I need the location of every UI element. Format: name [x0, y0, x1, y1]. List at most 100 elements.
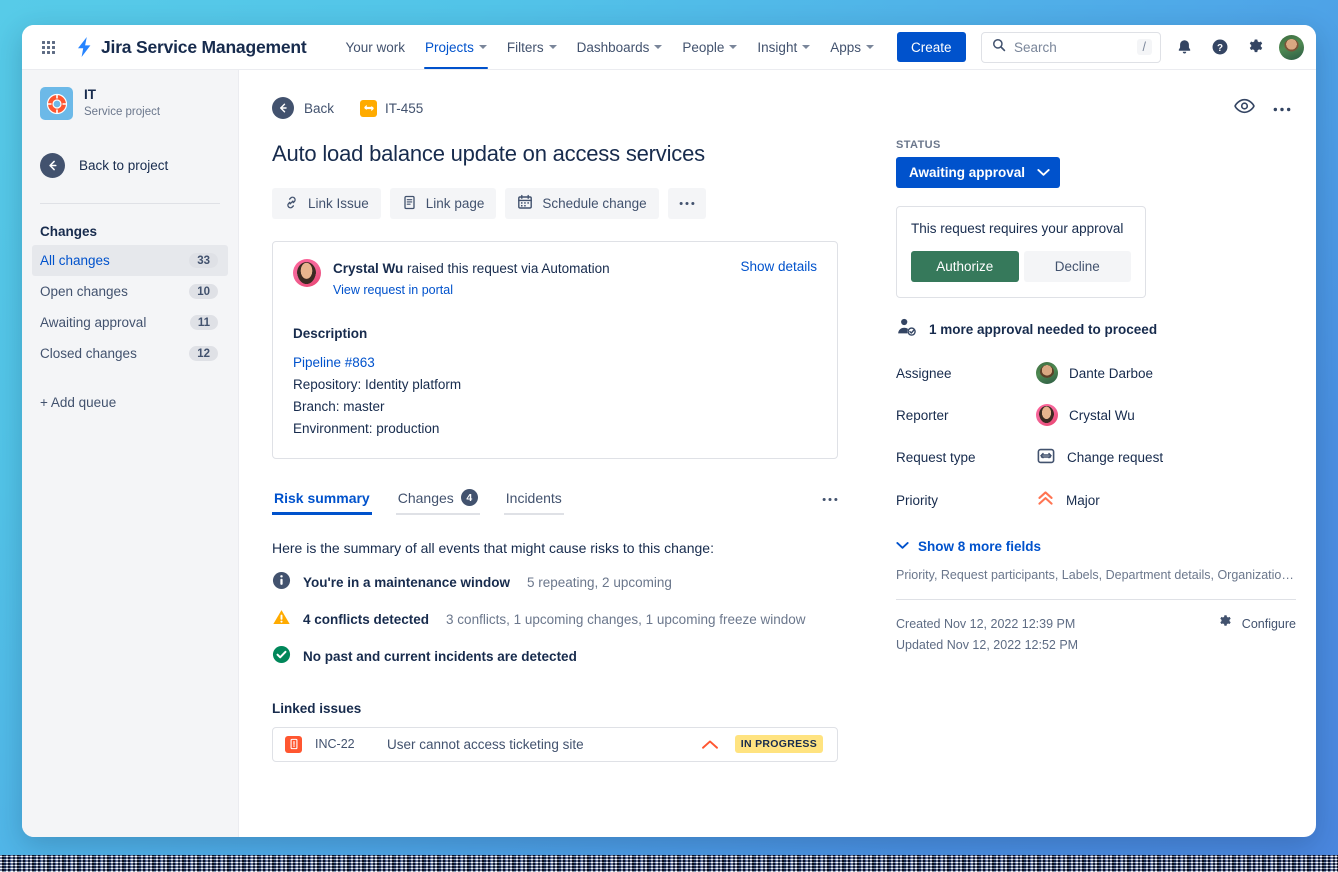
- app-shell: IT Service project Back to project Chang…: [22, 70, 1316, 837]
- sidebar-item-open-changes[interactable]: Open changes 10: [32, 276, 228, 307]
- product-home-link[interactable]: Jira Service Management: [74, 36, 307, 58]
- nav-item-insight[interactable]: Insight: [748, 25, 819, 69]
- app-window: Jira Service Management Your work Projec…: [22, 25, 1316, 837]
- chevron-down-icon: [1037, 165, 1050, 180]
- link-issue-button[interactable]: Link Issue: [272, 188, 381, 219]
- project-name: IT: [84, 87, 96, 103]
- description-line: Environment: production: [293, 420, 440, 436]
- add-queue-button[interactable]: + Add queue: [22, 395, 238, 410]
- nav-item-apps[interactable]: Apps: [821, 25, 883, 69]
- project-sidebar: IT Service project Back to project Chang…: [22, 70, 239, 837]
- arrow-left-icon: [272, 97, 294, 119]
- link-page-button[interactable]: Link page: [389, 188, 497, 219]
- authorize-button[interactable]: Authorize: [911, 251, 1019, 282]
- chevron-down-icon: [896, 537, 909, 555]
- more-horizontal-icon[interactable]: [1273, 99, 1291, 117]
- linked-issue-row[interactable]: INC-22 User cannot access ticketing site…: [272, 726, 838, 762]
- configure-button[interactable]: Configure: [1218, 614, 1296, 634]
- bottom-artifact-strip: [0, 855, 1338, 872]
- bell-icon[interactable]: [1171, 34, 1197, 60]
- gear-icon: [1218, 614, 1233, 634]
- project-header[interactable]: IT Service project: [22, 87, 238, 120]
- approval-note-text: 1 more approval needed to proceed: [929, 322, 1158, 337]
- sidebar-item-all-changes[interactable]: All changes 33: [32, 245, 228, 276]
- updated-timestamp: Updated Nov 12, 2022 12:52 PM: [896, 637, 1079, 652]
- field-value[interactable]: Major: [1036, 489, 1100, 511]
- project-type: Service project: [84, 105, 161, 118]
- search-box[interactable]: /: [981, 31, 1161, 63]
- chevron-down-icon: [548, 45, 557, 49]
- gear-icon[interactable]: [1243, 34, 1269, 60]
- chevron-down-icon: [865, 45, 874, 49]
- field-assignee: Assignee Dante Darboe: [896, 362, 1283, 384]
- status-dropdown[interactable]: Awaiting approval: [896, 157, 1061, 188]
- nav-right-group: / ?: [981, 31, 1304, 63]
- more-horizontal-icon[interactable]: [667, 188, 706, 219]
- description-heading: Description: [293, 325, 368, 341]
- tab-risk-summary[interactable]: Risk summary: [272, 490, 372, 515]
- product-name: Jira Service Management: [101, 36, 307, 57]
- issue-key-link[interactable]: IT-455: [360, 99, 423, 117]
- nav-item-dashboards[interactable]: Dashboards: [568, 25, 672, 69]
- raised-suffix: raised this request via Automation: [403, 261, 610, 276]
- user-avatar[interactable]: [1279, 34, 1304, 60]
- tab-label: Risk summary: [274, 489, 370, 506]
- nav-item-filters[interactable]: Filters: [498, 25, 566, 69]
- show-more-fields-button[interactable]: Show 8 more fields: [896, 537, 1283, 555]
- description-line: Repository: Identity platform: [293, 376, 462, 392]
- risk-item-text: No past and current incidents are detect…: [303, 649, 577, 665]
- show-details-link[interactable]: Show details: [740, 259, 817, 274]
- linked-issue-key[interactable]: INC-22: [315, 737, 387, 751]
- view-in-portal-link[interactable]: View request in portal: [333, 283, 453, 297]
- nav-item-your-work[interactable]: Your work: [337, 25, 415, 69]
- approval-panel: This request requires your approval Auth…: [896, 206, 1146, 298]
- back-to-project-link[interactable]: Back to project: [22, 149, 238, 181]
- field-reporter: Reporter Crystal Wu: [896, 404, 1283, 426]
- risk-summary-intro: Here is the summary of all events that m…: [272, 539, 714, 556]
- tab-incidents[interactable]: Incidents: [503, 490, 564, 515]
- field-value[interactable]: Change request: [1036, 446, 1163, 469]
- tab-changes[interactable]: Changes 4: [395, 489, 480, 516]
- search-shortcut-key: /: [1136, 39, 1152, 55]
- hidden-fields-preview: Priority, Request participants, Labels, …: [896, 568, 1296, 582]
- sidebar-item-awaiting-approval[interactable]: Awaiting approval 11: [32, 307, 228, 338]
- back-button[interactable]: Back: [272, 97, 334, 119]
- search-input[interactable]: [1014, 39, 1129, 55]
- status-value: Awaiting approval: [909, 165, 1026, 180]
- risk-item-incidents: No past and current incidents are detect…: [272, 645, 859, 669]
- help-circle-icon[interactable]: ?: [1207, 34, 1233, 60]
- sidebar-item-closed-changes[interactable]: Closed changes 12: [32, 338, 228, 369]
- create-button[interactable]: Create: [896, 32, 966, 62]
- breadcrumb: Back IT-455: [272, 97, 859, 119]
- global-navigation: Jira Service Management Your work Projec…: [22, 25, 1316, 70]
- request-type-value: Change request: [1067, 450, 1164, 465]
- reporter-name: Crystal Wu: [333, 261, 404, 276]
- priority-high-icon: [701, 739, 719, 750]
- decline-button[interactable]: Decline: [1023, 251, 1131, 282]
- app-switcher-icon[interactable]: [36, 35, 60, 59]
- field-priority: Priority Major: [896, 489, 1283, 511]
- queue-count: 12: [189, 346, 218, 361]
- schedule-change-button[interactable]: Schedule change: [505, 188, 659, 219]
- tabs-more-icon[interactable]: [822, 489, 838, 516]
- jira-bolt-icon: [74, 36, 94, 58]
- nav-item-projects[interactable]: Projects: [416, 25, 496, 69]
- field-value[interactable]: Crystal Wu: [1036, 404, 1135, 426]
- back-button-label: Back: [304, 100, 335, 116]
- link-icon: [284, 195, 299, 213]
- primary-nav: Your work Projects Filters Dashboards Pe…: [337, 25, 966, 69]
- priority-major-icon: [1036, 489, 1055, 511]
- eye-icon[interactable]: [1234, 98, 1255, 119]
- field-value[interactable]: Dante Darboe: [1036, 362, 1153, 384]
- nav-label: Projects: [425, 39, 474, 55]
- risk-summary-list: You're in a maintenance window 5 repeati…: [272, 571, 859, 669]
- description-body: Pipeline #863 Repository: Identity platf…: [293, 355, 817, 436]
- status-badge: IN PROGRESS: [734, 735, 823, 754]
- nav-label: Insight: [757, 39, 798, 55]
- nav-item-people[interactable]: People: [673, 25, 746, 69]
- linked-issue-summary[interactable]: User cannot access ticketing site: [387, 737, 701, 752]
- chevron-down-icon: [729, 45, 738, 49]
- lifering-icon: [40, 87, 73, 120]
- pipeline-link[interactable]: Pipeline #863: [293, 355, 817, 370]
- risk-item-sub: 3 conflicts, 1 upcoming changes, 1 upcom…: [446, 612, 806, 628]
